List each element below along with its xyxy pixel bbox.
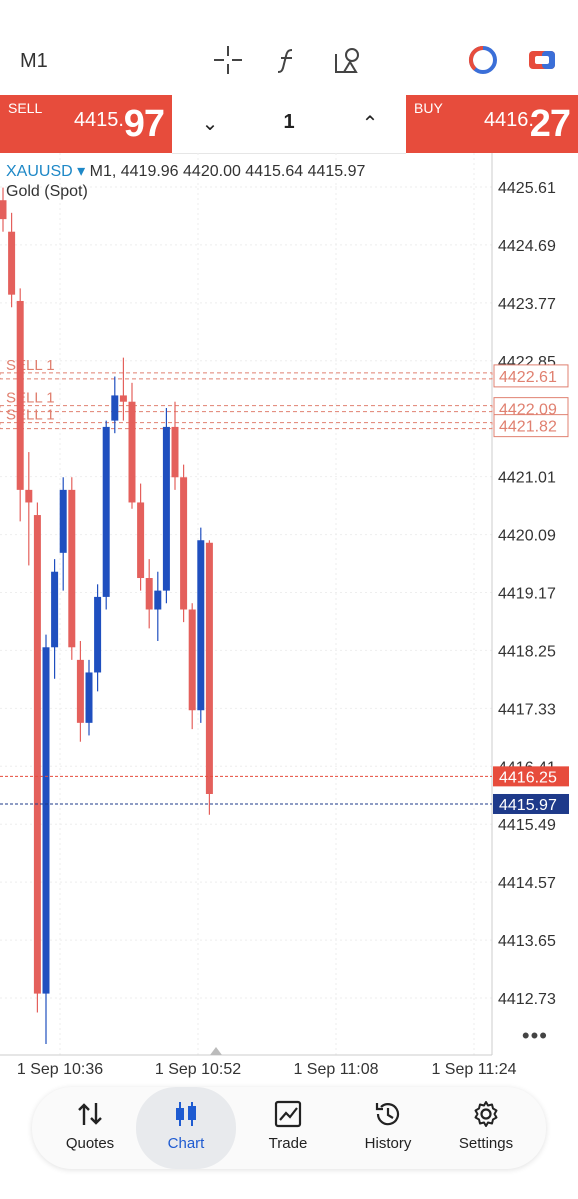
top-toolbar: M1: [0, 0, 578, 95]
symbol-code[interactable]: XAUUSD: [6, 163, 73, 180]
candle-body[interactable]: [94, 596, 102, 673]
price-tick-label: 4420.09: [498, 528, 556, 545]
volume-value[interactable]: 1: [252, 111, 326, 134]
price-tick-label: 4412.73: [498, 991, 556, 1008]
nav-label: Quotes: [65, 1135, 115, 1152]
sell-label: SELL: [8, 100, 43, 116]
candle-body[interactable]: [59, 489, 67, 553]
nav-label: Settings: [458, 1135, 514, 1152]
nav-chart[interactable]: Chart: [136, 1087, 236, 1169]
price-tick-label: 4419.17: [498, 586, 556, 603]
buy-price-big: 27: [529, 103, 571, 145]
trade-chart-icon: [274, 1100, 302, 1128]
candle-body[interactable]: [42, 647, 50, 994]
order-price-label: 4421.82: [499, 419, 557, 436]
bid-price-label: 4415.97: [499, 797, 557, 814]
settings-gear-icon: [474, 1101, 498, 1127]
candle-body[interactable]: [25, 489, 33, 503]
trade-panel-toggle-icon[interactable]: [526, 44, 558, 76]
order-line[interactable]: [0, 422, 493, 430]
candle-body[interactable]: [188, 609, 196, 711]
price-tick-label: 4415.49: [498, 817, 556, 834]
candle-body[interactable]: [128, 401, 136, 503]
price-tick-label: 4418.25: [498, 643, 556, 660]
sell-price-small: 4415.: [73, 109, 124, 131]
function-indicator-icon[interactable]: [272, 44, 304, 76]
sell-button[interactable]: SELL 4415. 97: [0, 95, 172, 153]
candle-body[interactable]: [85, 672, 93, 723]
candle-body[interactable]: [8, 231, 16, 295]
nav-label: History: [364, 1135, 412, 1152]
ohlc-readout: M1, 4419.96 4420.00 4415.64 4415.97: [89, 163, 366, 180]
one-click-trading-icon[interactable]: [467, 44, 499, 76]
time-tick-label: 1 Sep 10:52: [155, 1061, 241, 1078]
order-line-label: SELL 1: [6, 357, 55, 374]
nav-label: Trade: [268, 1135, 308, 1152]
candlestick-chart-icon: [176, 1102, 196, 1126]
order-line[interactable]: [0, 372, 493, 380]
candle-body[interactable]: [0, 200, 7, 220]
order-line[interactable]: [0, 405, 493, 413]
candle-body[interactable]: [119, 395, 127, 402]
nav-settings[interactable]: Settings: [436, 1087, 536, 1169]
volume-control: ⌄ 1 ⌃: [172, 95, 406, 154]
timeframe-button[interactable]: M1: [20, 50, 48, 73]
ask-price-label: 4416.25: [499, 769, 557, 786]
price-chart[interactable]: 4425.61 4424.69 4423.77 4422.85 4421.01 4420.…: [0, 153, 578, 1085]
nav-trade[interactable]: Trade: [238, 1087, 338, 1169]
candle-body[interactable]: [76, 659, 84, 723]
time-tick-label: 1 Sep 11:24: [431, 1061, 516, 1078]
price-tick-label: 4425.61: [498, 180, 556, 197]
candle-body[interactable]: [68, 489, 76, 648]
buy-label: BUY: [414, 100, 443, 116]
candle-body[interactable]: [137, 502, 145, 579]
one-click-trade-panel: SELL 4415. 97 ⌄ 1 ⌃ BUY 4416. 27: [0, 95, 578, 154]
candle-body[interactable]: [180, 477, 188, 610]
history-clock-icon: [375, 1103, 400, 1126]
symbol-description: Gold (Spot): [6, 183, 88, 200]
price-tick-label: 4421.01: [498, 470, 556, 487]
price-tick-label: 4423.77: [498, 296, 556, 313]
crosshair-icon[interactable]: [212, 44, 244, 76]
symbol-dropdown-icon[interactable]: ▾: [77, 163, 85, 180]
time-tick-label: 1 Sep 10:36: [17, 1061, 103, 1078]
symbol-info-line: XAUUSD ▾ M1, 4419.96 4420.00 4415.64 441…: [6, 161, 365, 181]
candle-body[interactable]: [16, 300, 24, 490]
buy-price-small: 4416.: [483, 109, 534, 131]
order-line-label: SELL 1: [6, 390, 55, 407]
price-tick-label: 4413.65: [498, 933, 556, 950]
volume-increase-button[interactable]: ⌃: [350, 109, 390, 139]
candle-body[interactable]: [51, 571, 59, 648]
nav-label: Chart: [167, 1135, 205, 1152]
more-options-icon[interactable]: •••: [522, 1023, 548, 1049]
candle-body[interactable]: [145, 578, 153, 610]
time-tick-label: 1 Sep 11:08: [293, 1061, 378, 1078]
objects-shapes-icon[interactable]: [332, 44, 364, 76]
volume-decrease-button[interactable]: ⌄: [190, 109, 230, 139]
candle-body[interactable]: [33, 515, 41, 994]
quotes-arrows-icon: [78, 1103, 102, 1125]
buy-button[interactable]: BUY 4416. 27: [406, 95, 578, 153]
price-tick-label: 4414.57: [498, 875, 556, 892]
sell-price-big: 97: [123, 103, 165, 145]
bottom-navigation: Quotes Chart Trade History Settings: [32, 1087, 546, 1169]
order-price-label: 4422.61: [499, 369, 557, 386]
candle-body[interactable]: [111, 395, 119, 421]
candlestick-chart-canvas[interactable]: 4425.614424.694423.774422.854421.014420.…: [0, 153, 578, 1085]
nav-quotes[interactable]: Quotes: [40, 1087, 140, 1169]
candle-body[interactable]: [154, 590, 162, 610]
candle-body[interactable]: [197, 540, 205, 711]
chart-shift-marker[interactable]: [210, 1047, 222, 1055]
price-tick-label: 4424.69: [498, 238, 556, 255]
candle-body[interactable]: [102, 426, 110, 597]
nav-history[interactable]: History: [338, 1087, 438, 1169]
candle-body[interactable]: [205, 542, 213, 794]
order-line-label: SELL 1: [6, 407, 55, 424]
price-tick-label: 4417.33: [498, 701, 556, 718]
candle-body[interactable]: [162, 426, 170, 591]
candle-body[interactable]: [171, 426, 179, 478]
